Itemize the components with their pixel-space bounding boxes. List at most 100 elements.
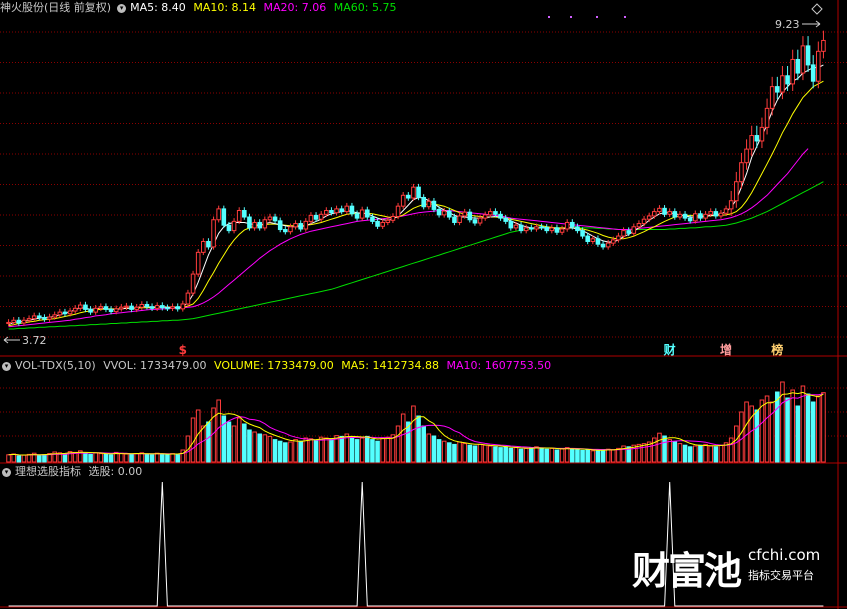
volume-bar-up <box>293 439 298 463</box>
chart-canvas[interactable]: $ 财 增 榜 9.23 3.72 <box>0 0 847 609</box>
candle-down <box>160 305 165 309</box>
candle-down <box>447 210 452 218</box>
volume-bar-up <box>231 425 237 463</box>
candle-down <box>175 306 180 310</box>
signal-dot <box>624 16 626 18</box>
candle-down <box>544 226 549 232</box>
candle-up <box>764 107 770 128</box>
candle-up <box>821 39 826 52</box>
volume-bar-up <box>559 448 565 463</box>
candle-down <box>165 307 170 310</box>
candle-down <box>370 216 375 222</box>
volume-bar-down <box>805 393 811 463</box>
candle-up <box>252 221 257 229</box>
volume-bar-down <box>754 409 760 463</box>
candle-up <box>385 219 391 223</box>
volume-bar-down <box>544 448 549 463</box>
volume-bar-up <box>457 441 462 463</box>
volume-bar-down <box>42 454 47 463</box>
candle-down <box>257 221 262 229</box>
watermark-logo: 财富池 cfchi.com 指标交易平台 <box>632 540 842 593</box>
volume-bar-up <box>134 453 139 463</box>
candle-up <box>816 50 821 82</box>
candle-up <box>6 321 11 325</box>
candle-up <box>564 221 570 230</box>
volume-bar-down <box>339 435 344 463</box>
candle-up <box>67 310 73 315</box>
volume-bar-up <box>534 446 539 463</box>
volume-bar-down <box>272 439 278 463</box>
volume-bar-up <box>708 445 713 463</box>
volume-bar-down <box>365 435 370 463</box>
candle-down <box>508 220 514 229</box>
volume-bar-down <box>226 421 232 463</box>
candle-up <box>636 223 642 228</box>
candle-up <box>195 251 201 275</box>
candle-up <box>400 194 406 207</box>
candle-up <box>11 319 16 323</box>
volume-bar-up <box>677 443 683 463</box>
volume-bar-up <box>611 449 616 463</box>
candle-down <box>575 226 580 232</box>
candle-down <box>226 224 232 232</box>
volume-bar-up <box>93 452 98 463</box>
volume-bar-down <box>83 452 88 463</box>
volume-bar-down <box>795 405 801 463</box>
volume-bar-up <box>154 452 160 463</box>
candle-up <box>457 215 462 223</box>
candle-down <box>272 216 278 222</box>
candle-up <box>657 207 662 213</box>
candle-up <box>646 215 652 220</box>
candle-down <box>16 319 22 324</box>
candle-up <box>334 208 339 214</box>
candle-up <box>303 220 309 230</box>
candle-down <box>354 213 360 219</box>
candle-up <box>308 214 314 222</box>
candle-up <box>559 228 565 233</box>
volume-bar-down <box>329 438 334 463</box>
volume-bar-up <box>400 413 406 463</box>
candle-down <box>529 227 534 230</box>
candle-up <box>523 227 529 232</box>
candle-down <box>108 308 114 313</box>
candle-up <box>267 216 273 221</box>
volume-bar-up <box>262 434 268 463</box>
volume-bar-up <box>426 433 432 463</box>
candle-down <box>144 304 150 308</box>
volume-bar-up <box>739 411 744 463</box>
volume-bar-down <box>713 446 719 463</box>
candle-down <box>365 209 370 218</box>
candle-up <box>616 235 621 241</box>
candle-down <box>406 194 411 199</box>
ma5-line <box>8 64 824 326</box>
watermark-url: cfchi.com <box>748 546 821 564</box>
volume-bar-up <box>441 440 447 463</box>
volume-bar-up <box>816 395 821 463</box>
candle-up <box>800 45 806 74</box>
volume-bar-down <box>206 421 211 463</box>
candle-up <box>47 316 52 320</box>
candle-up <box>124 305 129 308</box>
candle-down <box>421 196 426 208</box>
candle-down <box>672 211 678 218</box>
candle-down <box>298 223 303 230</box>
candle-up <box>667 211 672 215</box>
candle-down <box>416 186 421 198</box>
volume-bar-down <box>431 435 437 463</box>
volume-bar-down <box>467 444 473 463</box>
candle-up <box>790 58 795 85</box>
volume-bar-down <box>257 433 262 463</box>
volume-bar-up <box>488 445 493 463</box>
candle-up <box>677 213 683 218</box>
volume-bar-down <box>370 439 375 463</box>
volume-bar-down <box>416 415 421 463</box>
volume-bar-up <box>800 385 806 463</box>
candle-down <box>472 219 478 224</box>
signal-dot <box>570 16 572 18</box>
candle-up <box>170 306 175 309</box>
volume-bar-down <box>687 446 693 463</box>
volume-bar-down <box>149 454 155 463</box>
candle-up <box>231 220 237 232</box>
candle-up <box>769 86 775 109</box>
candle-down <box>37 315 42 319</box>
